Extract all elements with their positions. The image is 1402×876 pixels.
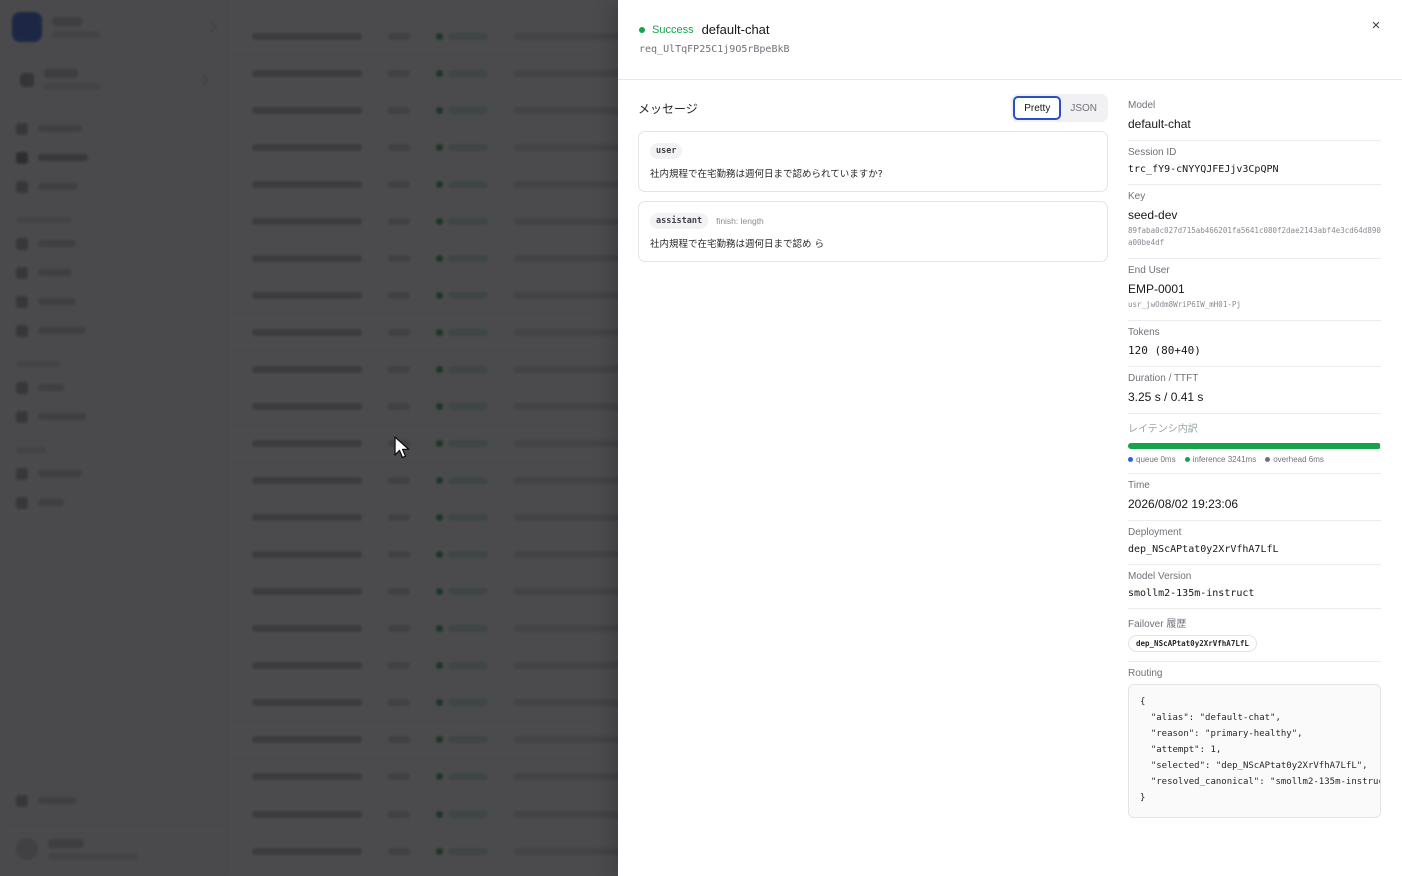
- view-mode-toggle: Pretty JSON: [1011, 94, 1108, 122]
- field-label: Tokens: [1128, 327, 1160, 338]
- status-badge: Success: [652, 23, 694, 36]
- failover-field: Failover 履歴 dep_NScAPtat0y2XrVfhA7LfL: [1128, 609, 1381, 662]
- status-dot-icon: [639, 26, 645, 33]
- field-label: Duration / TTFT: [1128, 373, 1199, 384]
- latency-legend: queue 0ms inference 3241ms overhead 6ms: [1128, 455, 1381, 464]
- session-value[interactable]: trc_fY9-cNYYQJFEJjv3CpQPN: [1128, 164, 1381, 175]
- session-field: Session ID trc_fY9-cNYYQJFEJjv3CpQPN: [1128, 141, 1381, 185]
- message-text: 社内規程で在宅勤務は週何日まで認め ら: [650, 239, 825, 250]
- time-value: 2026/08/02 19:23:06: [1128, 497, 1239, 511]
- routing-json-block[interactable]: { "alias": "default-chat", "reason": "pr…: [1128, 684, 1381, 818]
- end-user-field: End User EMP-0001 usr_jwOdm8WriP6IW_mH01…: [1128, 259, 1381, 321]
- drawer-title: default-chat: [701, 22, 770, 37]
- close-button[interactable]: ×: [1366, 15, 1386, 35]
- deployment-value[interactable]: dep_NScAPtat0y2XrVfhA7LfL: [1128, 544, 1381, 555]
- details-panel: Model default-chat Session ID trc_fY9-cN…: [1128, 80, 1402, 827]
- request-id: req_UlTqFP25C1j9O5rBpeBkB: [639, 44, 790, 55]
- latency-field: レイテンシ内訳 queue 0ms inference 3241ms overh…: [1128, 414, 1381, 474]
- messages-panel: メッセージ Pretty JSON user 社内規程で在宅勤務は週何日まで認め…: [618, 80, 1128, 827]
- field-label: Deployment: [1128, 527, 1182, 538]
- key-name: seed-dev: [1128, 208, 1178, 222]
- latency-bar-fill: [1128, 443, 1381, 449]
- field-label: レイテンシ内訳: [1128, 424, 1198, 435]
- duration-value: 3.25 s / 0.41 s: [1128, 390, 1204, 404]
- deployment-field: Deployment dep_NScAPtat0y2XrVfhA7LfL: [1128, 521, 1381, 565]
- message-card-user: user 社内規程で在宅勤務は週何日まで認められていますか?: [638, 131, 1108, 192]
- legend-item-overhead: overhead 6ms: [1265, 455, 1324, 464]
- message-card-assistant: assistant finish: length 社内規程で在宅勤務は週何日まで…: [638, 201, 1108, 262]
- model-field: Model default-chat: [1128, 94, 1381, 141]
- json-view-button[interactable]: JSON: [1061, 96, 1106, 120]
- role-chip: assistant: [650, 213, 709, 229]
- field-label: Key: [1128, 191, 1146, 202]
- tokens-field: Tokens 120 (80+40): [1128, 321, 1381, 367]
- finish-reason: finish: length: [716, 216, 764, 226]
- time-field: Time 2026/08/02 19:23:06: [1128, 474, 1381, 521]
- messages-title: メッセージ: [638, 101, 698, 116]
- routing-field: Routing { "alias": "default-chat", "reas…: [1128, 662, 1381, 827]
- field-label: End User: [1128, 265, 1170, 276]
- field-label: Failover 履歴: [1128, 619, 1187, 630]
- tokens-value: 120 (80+40): [1128, 344, 1201, 357]
- close-icon: ×: [1371, 16, 1381, 34]
- key-field: Key seed-dev 89faba0c027d715ab466201fa56…: [1128, 185, 1381, 259]
- failover-chip[interactable]: dep_NScAPtat0y2XrVfhA7LfL: [1128, 635, 1257, 652]
- field-label: Session ID: [1128, 147, 1177, 158]
- field-label: Routing: [1128, 668, 1163, 679]
- request-detail-drawer: Success default-chat req_UlTqFP25C1j9O5r…: [618, 0, 1402, 876]
- model-version-field: Model Version smollm2-135m-instruct: [1128, 565, 1381, 609]
- latency-bar: [1128, 443, 1381, 449]
- field-label: Model Version: [1128, 571, 1192, 582]
- legend-item-queue: queue 0ms: [1128, 455, 1176, 464]
- field-label: Time: [1128, 480, 1150, 491]
- pretty-view-button[interactable]: Pretty: [1013, 96, 1062, 120]
- end-user-id: usr_jwOdm8WriP6IW_mH01-Pj: [1128, 300, 1241, 309]
- legend-item-inference: inference 3241ms: [1184, 455, 1256, 464]
- message-text: 社内規程で在宅勤務は週何日まで認められていますか?: [650, 169, 883, 180]
- key-hash: 89faba0c027d715ab466201fa5641c080f2dae21…: [1128, 226, 1381, 247]
- drawer-header: Success default-chat req_UlTqFP25C1j9O5r…: [618, 0, 1402, 80]
- mouse-cursor-icon: [394, 436, 410, 459]
- duration-field: Duration / TTFT 3.25 s / 0.41 s: [1128, 367, 1381, 414]
- field-label: Model: [1128, 100, 1156, 111]
- model-value: default-chat: [1128, 117, 1191, 131]
- role-chip: user: [650, 143, 683, 159]
- end-user-value: EMP-0001: [1128, 282, 1185, 296]
- model-version-value: smollm2-135m-instruct: [1128, 588, 1255, 599]
